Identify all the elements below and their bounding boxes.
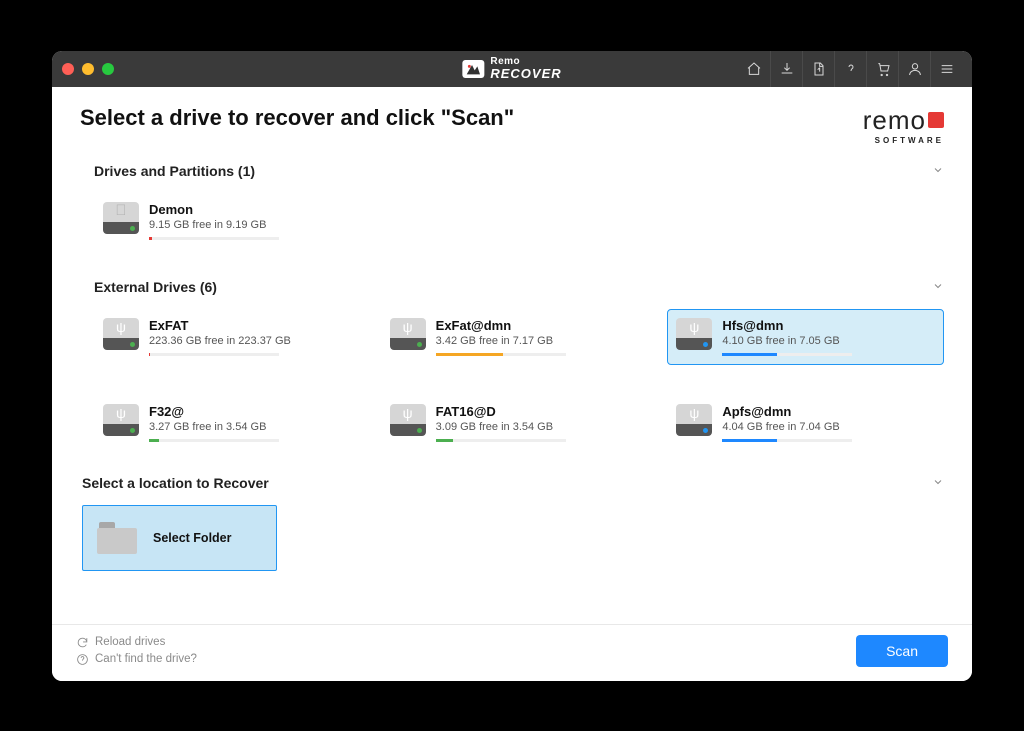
drive-name: Hfs@dmn xyxy=(722,318,935,333)
page-title: Select a drive to recover and click "Sca… xyxy=(80,105,514,131)
internal-drive-grid:  Demon 9.15 GB free in 9.19 GB xyxy=(94,185,944,269)
led-icon xyxy=(130,342,135,347)
brand-square-icon xyxy=(928,112,944,128)
drive-item[interactable]: ψ ExFat@dmn 3.42 GB free in 7.17 GB xyxy=(381,309,658,365)
drive-name: F32@ xyxy=(149,404,362,419)
drive-icon:  xyxy=(103,202,139,234)
app-logo-icon xyxy=(462,60,484,78)
usage-bar xyxy=(149,439,279,442)
usb-icon: ψ xyxy=(403,319,413,335)
close-icon[interactable] xyxy=(62,63,74,75)
app-window: Remo RECOVER Select a drive to recover a… xyxy=(52,51,972,681)
scan-button[interactable]: Scan xyxy=(856,635,948,667)
drive-item[interactable]:  Demon 9.15 GB free in 9.19 GB xyxy=(94,193,371,249)
drive-name: ExFAT xyxy=(149,318,362,333)
drive-sub: 9.15 GB free in 9.19 GB xyxy=(149,219,362,231)
drive-sub: 3.09 GB free in 3.54 GB xyxy=(436,421,649,433)
drive-icon: ψ xyxy=(390,404,426,436)
usage-bar xyxy=(436,353,566,356)
drive-icon: ψ xyxy=(103,404,139,436)
menu-button[interactable] xyxy=(930,51,962,87)
toolbar xyxy=(738,51,962,87)
external-section-header[interactable]: External Drives (6) xyxy=(94,269,944,301)
usage-bar xyxy=(149,353,279,356)
drive-sub: 4.10 GB free in 7.05 GB xyxy=(722,335,935,347)
drive-name: Demon xyxy=(149,202,362,217)
led-icon xyxy=(417,428,422,433)
reload-drives-link[interactable]: Reload drives xyxy=(76,636,197,649)
question-icon xyxy=(76,653,89,666)
home-button[interactable] xyxy=(738,51,770,87)
cart-button[interactable] xyxy=(866,51,898,87)
led-icon xyxy=(703,428,708,433)
drive-item[interactable]: ψ ExFAT 223.36 GB free in 223.37 GB xyxy=(94,309,371,365)
usb-icon: ψ xyxy=(116,319,126,335)
drive-name: FAT16@D xyxy=(436,404,649,419)
window-controls xyxy=(62,63,114,75)
usage-bar xyxy=(149,237,279,240)
drive-icon: ψ xyxy=(676,404,712,436)
drive-sub: 4.04 GB free in 7.04 GB xyxy=(722,421,935,433)
drive-sub: 223.36 GB free in 223.37 GB xyxy=(149,335,362,347)
location-section-header[interactable]: Select a location to Recover xyxy=(82,471,944,497)
drive-icon: ψ xyxy=(390,318,426,350)
led-icon xyxy=(417,342,422,347)
drive-item[interactable]: ψ F32@ 3.27 GB free in 3.54 GB xyxy=(94,395,371,451)
folder-label: Select Folder xyxy=(153,531,232,545)
led-icon xyxy=(130,428,135,433)
drive-icon: ψ xyxy=(103,318,139,350)
import-button[interactable] xyxy=(770,51,802,87)
usb-icon: ψ xyxy=(689,405,699,421)
minimize-icon[interactable] xyxy=(82,63,94,75)
reload-icon xyxy=(76,636,89,649)
drive-name: Apfs@dmn xyxy=(722,404,935,419)
external-drive-grid: ψ ExFAT 223.36 GB free in 223.37 GB ψ ExFat@… xyxy=(94,301,944,471)
drive-sub: 3.27 GB free in 3.54 GB xyxy=(149,421,362,433)
chevron-down-icon xyxy=(932,475,944,491)
drive-item[interactable]: ψ Apfs@dmn 4.04 GB free in 7.04 GB xyxy=(667,395,944,451)
drive-item[interactable]: ψ Hfs@dmn 4.10 GB free in 7.05 GB xyxy=(667,309,944,365)
account-button[interactable] xyxy=(898,51,930,87)
usage-bar xyxy=(436,439,566,442)
select-folder-card[interactable]: Select Folder xyxy=(82,505,277,571)
app-brand: Remo RECOVER xyxy=(462,57,561,80)
content-area: Select a drive to recover and click "Sca… xyxy=(52,87,972,681)
drive-name: ExFat@dmn xyxy=(436,318,649,333)
internal-section-header[interactable]: Drives and Partitions (1) xyxy=(94,153,944,185)
main-scroll[interactable]: Drives and Partitions (1)  Demon 9.15 GB … xyxy=(52,153,972,624)
usage-bar xyxy=(722,439,852,442)
led-icon xyxy=(703,342,708,347)
usb-icon: ψ xyxy=(403,405,413,421)
usage-bar xyxy=(722,353,852,356)
drive-sub: 3.42 GB free in 7.17 GB xyxy=(436,335,649,347)
footer: Reload drives Can't find the drive? Scan xyxy=(52,624,972,681)
help-button[interactable] xyxy=(834,51,866,87)
maximize-icon[interactable] xyxy=(102,63,114,75)
drive-icon: ψ xyxy=(676,318,712,350)
drive-item[interactable]: ψ FAT16@D 3.09 GB free in 3.54 GB xyxy=(381,395,658,451)
chevron-down-icon xyxy=(932,163,944,179)
chevron-down-icon xyxy=(932,279,944,295)
led-icon xyxy=(130,226,135,231)
folder-icon xyxy=(97,522,137,554)
export-button[interactable] xyxy=(802,51,834,87)
help-find-drive-link[interactable]: Can't find the drive? xyxy=(76,653,197,666)
app-name-big: RECOVER xyxy=(490,67,561,80)
usb-icon: ψ xyxy=(689,319,699,335)
brand-logo: remo SOFTWARE xyxy=(863,105,944,145)
apple-icon:  xyxy=(115,202,126,219)
titlebar: Remo RECOVER xyxy=(52,51,972,87)
usb-icon: ψ xyxy=(116,405,126,421)
